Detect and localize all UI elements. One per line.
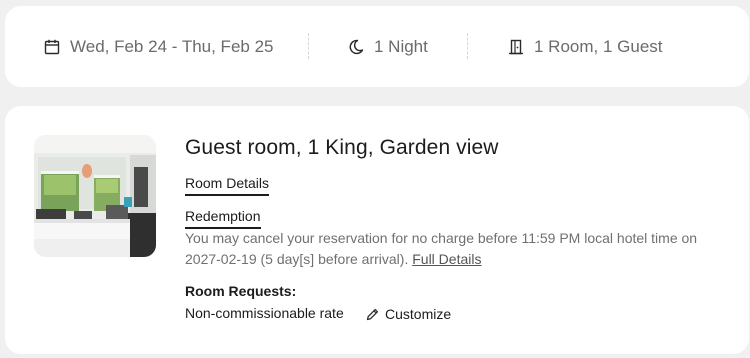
nights-text: 1 Night: [374, 36, 428, 56]
room-requests-label: Room Requests:: [185, 283, 297, 299]
room-details-link[interactable]: Room Details: [185, 175, 270, 196]
dates-text: Wed, Feb 24 - Thu, Feb 25: [70, 36, 274, 56]
nights-summary: 1 Night: [348, 6, 428, 87]
cancellation-policy: You may cancel your reservation for no c…: [185, 228, 730, 270]
redemption-link[interactable]: Redemption: [185, 208, 261, 229]
full-details-link[interactable]: Full Details: [412, 251, 481, 267]
door-icon: [509, 39, 523, 54]
summary-divider: [467, 33, 468, 59]
pencil-icon: [366, 308, 379, 320]
moon-icon: [349, 39, 364, 54]
rooms-guests-summary: 1 Room, 1 Guest: [508, 6, 663, 87]
summary-divider: [308, 33, 309, 59]
rate-text: Non-commissionable rate: [185, 305, 344, 321]
customize-label: Customize: [385, 306, 452, 322]
stay-summary-card: Wed, Feb 24 - Thu, Feb 25 1 Night 1 Room…: [5, 6, 749, 87]
room-card: Guest room, 1 King, Garden view Room Det…: [5, 106, 749, 354]
customize-button[interactable]: Customize: [366, 306, 451, 322]
calendar-icon: [44, 39, 60, 54]
rooms-guests-text: 1 Room, 1 Guest: [534, 36, 663, 56]
room-photo: [34, 135, 156, 257]
dates-summary: Wed, Feb 24 - Thu, Feb 25: [44, 6, 274, 87]
room-title: Guest room, 1 King, Garden view: [185, 136, 499, 159]
